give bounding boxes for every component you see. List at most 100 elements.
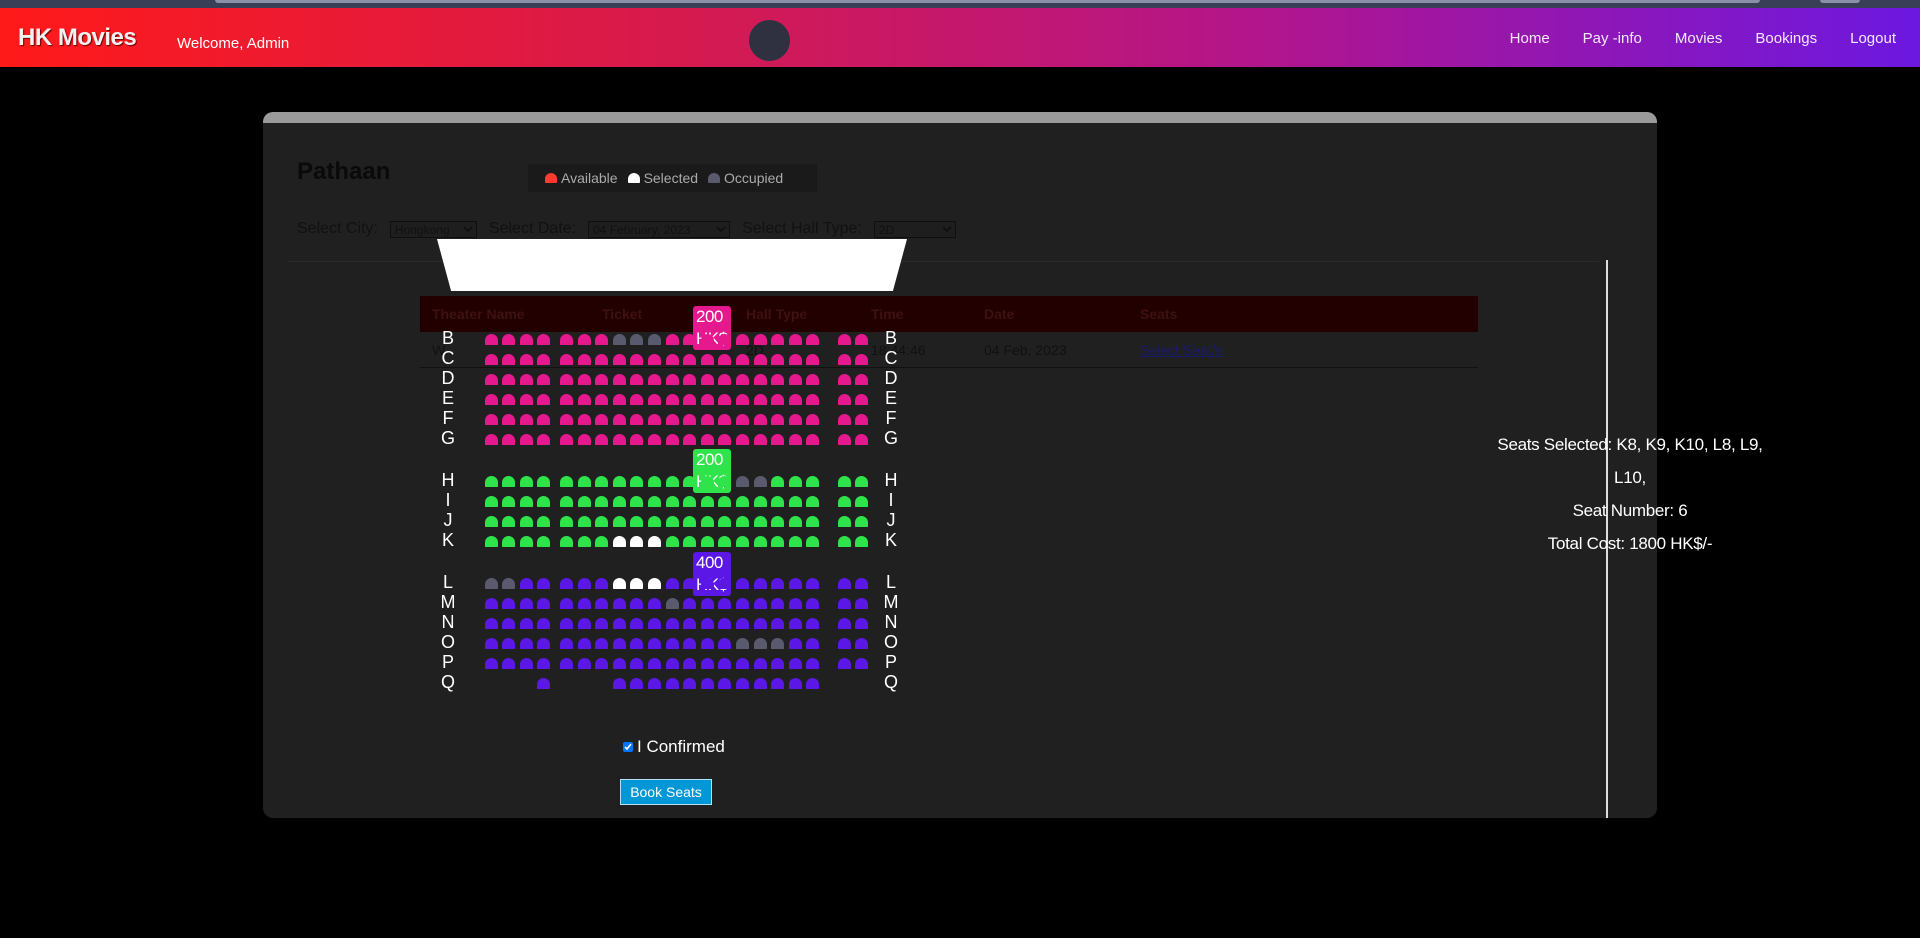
seat-G1[interactable]: [485, 434, 498, 445]
seat-O4[interactable]: [537, 638, 550, 649]
seat-M4[interactable]: [537, 598, 550, 609]
seat-E16[interactable]: [753, 394, 767, 405]
seat-F18[interactable]: [788, 414, 802, 425]
seat-L5[interactable]: [560, 578, 573, 589]
seat-C18[interactable]: [788, 354, 802, 365]
seat-E4[interactable]: [537, 394, 550, 405]
seat-F14[interactable]: [718, 414, 732, 425]
seat-B9[interactable]: [630, 334, 644, 345]
seat-N14[interactable]: [718, 618, 732, 629]
seat-P16[interactable]: [753, 658, 767, 669]
seat-L2[interactable]: [502, 578, 515, 589]
seat-E18[interactable]: [788, 394, 802, 405]
seat-J5[interactable]: [560, 516, 573, 527]
seat-G10[interactable]: [648, 434, 661, 445]
seat-D11[interactable]: [665, 374, 679, 385]
seat-L16[interactable]: [753, 578, 767, 589]
seat-N6[interactable]: [577, 618, 591, 629]
seat-F16[interactable]: [753, 414, 767, 425]
seat-P21[interactable]: [855, 658, 868, 669]
seat-C6[interactable]: [577, 354, 591, 365]
seat-M10[interactable]: [648, 598, 661, 609]
seat-E2[interactable]: [502, 394, 515, 405]
seat-J3[interactable]: [520, 516, 533, 527]
seat-B11[interactable]: [665, 334, 679, 345]
seat-P9[interactable]: [630, 658, 644, 669]
seat-J9[interactable]: [630, 516, 644, 527]
seat-I3[interactable]: [520, 496, 533, 507]
seat-M7[interactable]: [595, 598, 609, 609]
seat-J10[interactable]: [648, 516, 661, 527]
seat-C15[interactable]: [736, 354, 749, 365]
seat-O16[interactable]: [753, 638, 767, 649]
seat-P7[interactable]: [595, 658, 609, 669]
seat-D14[interactable]: [718, 374, 732, 385]
seat-L4[interactable]: [537, 578, 550, 589]
seat-P10[interactable]: [648, 658, 661, 669]
seat-L21[interactable]: [855, 578, 868, 589]
seat-D15[interactable]: [736, 374, 749, 385]
seat-I4[interactable]: [537, 496, 550, 507]
seat-M13[interactable]: [700, 598, 714, 609]
seat-P15[interactable]: [736, 658, 749, 669]
seat-L19[interactable]: [806, 578, 820, 589]
seat-H18[interactable]: [788, 476, 802, 487]
seat-L11[interactable]: [665, 578, 679, 589]
seat-I21[interactable]: [855, 496, 868, 507]
seat-I7[interactable]: [595, 496, 609, 507]
seat-F7[interactable]: [595, 414, 609, 425]
seat-O21[interactable]: [855, 638, 868, 649]
seat-J14[interactable]: [718, 516, 732, 527]
seat-O11[interactable]: [665, 638, 679, 649]
seat-J11[interactable]: [665, 516, 679, 527]
seat-G4[interactable]: [537, 434, 550, 445]
seat-K18[interactable]: [788, 536, 802, 547]
seat-N21[interactable]: [855, 618, 868, 629]
seat-J2[interactable]: [502, 516, 515, 527]
seat-I11[interactable]: [665, 496, 679, 507]
seat-D1[interactable]: [485, 374, 498, 385]
seat-C1[interactable]: [485, 354, 498, 365]
seat-D10[interactable]: [648, 374, 661, 385]
seat-I20[interactable]: [838, 496, 851, 507]
seat-P1[interactable]: [485, 658, 498, 669]
seat-I2[interactable]: [502, 496, 515, 507]
seat-O6[interactable]: [577, 638, 591, 649]
seat-K4[interactable]: [537, 536, 550, 547]
seat-D12[interactable]: [683, 374, 697, 385]
seat-O19[interactable]: [806, 638, 820, 649]
city-select[interactable]: Hongkong: [389, 220, 477, 238]
seat-C19[interactable]: [806, 354, 820, 365]
seat-H2[interactable]: [502, 476, 515, 487]
seat-E9[interactable]: [630, 394, 644, 405]
seat-H10[interactable]: [648, 476, 661, 487]
seat-P2[interactable]: [502, 658, 515, 669]
seat-N7[interactable]: [595, 618, 609, 629]
seat-I14[interactable]: [718, 496, 732, 507]
seat-Q19[interactable]: [806, 678, 820, 689]
seat-H8[interactable]: [612, 476, 626, 487]
seat-M17[interactable]: [771, 598, 785, 609]
seat-E13[interactable]: [700, 394, 714, 405]
seat-P4[interactable]: [537, 658, 550, 669]
hall-select[interactable]: 2D: [873, 220, 956, 238]
seat-K15[interactable]: [736, 536, 749, 547]
seat-B6[interactable]: [577, 334, 591, 345]
seat-O1[interactable]: [485, 638, 498, 649]
seat-B14[interactable]: [718, 334, 732, 345]
seat-K14[interactable]: [718, 536, 732, 547]
seat-L8[interactable]: [612, 578, 626, 589]
seat-D19[interactable]: [806, 374, 820, 385]
seat-L12[interactable]: [683, 578, 697, 589]
seat-B16[interactable]: [753, 334, 767, 345]
seat-N8[interactable]: [612, 618, 626, 629]
seat-C8[interactable]: [612, 354, 626, 365]
seat-G8[interactable]: [612, 434, 626, 445]
seat-E1[interactable]: [485, 394, 498, 405]
seat-D16[interactable]: [753, 374, 767, 385]
seat-J12[interactable]: [683, 516, 697, 527]
seat-L14[interactable]: [718, 578, 732, 589]
seat-F21[interactable]: [855, 414, 868, 425]
seat-J7[interactable]: [595, 516, 609, 527]
seat-J8[interactable]: [612, 516, 626, 527]
